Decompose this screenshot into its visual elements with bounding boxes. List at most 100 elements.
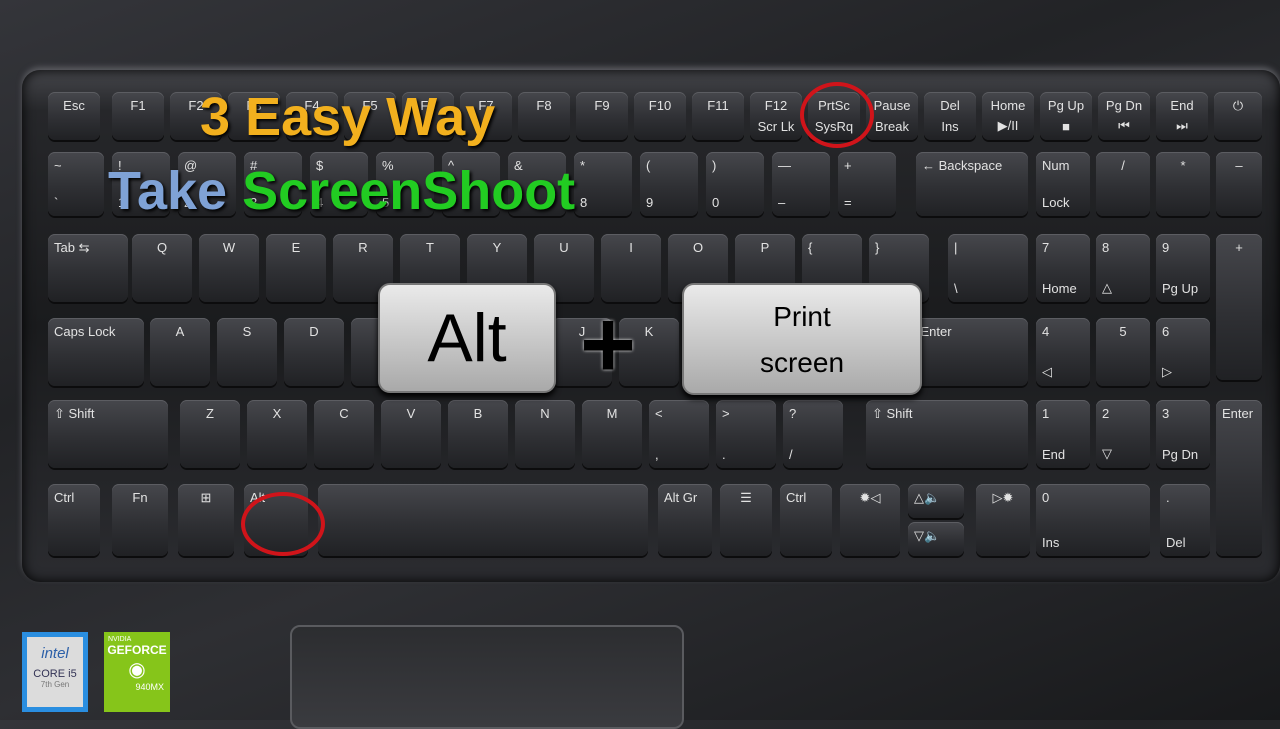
key-0[interactable]: 0 Ins xyxy=(1036,484,1150,556)
key-label: D xyxy=(309,324,319,339)
geforce-label: GEFORCE xyxy=(107,643,167,657)
key-symbol[interactable]: . Del xyxy=(1160,484,1210,556)
key-esc[interactable]: Esc xyxy=(48,92,100,140)
key-sublabel: – xyxy=(778,195,786,210)
screen-label: screen xyxy=(759,347,845,378)
key-label: △🔈 xyxy=(914,490,941,505)
key-a[interactable]: A xyxy=(150,318,210,386)
key-6[interactable]: 6 ▷ xyxy=(1156,318,1210,386)
key-sublabel: Home xyxy=(1042,281,1077,296)
key-symbol[interactable]: – xyxy=(1216,152,1262,216)
key-sublabel: / xyxy=(789,447,793,462)
key-c[interactable]: C xyxy=(314,400,374,468)
key-label: Pg Up xyxy=(1047,98,1085,113)
key-label: Ctrl xyxy=(54,490,75,505)
key-shift[interactable]: ⇧ Shift xyxy=(866,400,1028,468)
key-5[interactable]: 5 xyxy=(1096,318,1150,386)
key-sublabel: . xyxy=(722,447,726,462)
key-sublabel: Scr Lk xyxy=(757,119,795,134)
key-pg-dn[interactable]: Pg Dn ⏮ xyxy=(1098,92,1150,140)
key-symbol[interactable]: ? / xyxy=(783,400,843,468)
key-x[interactable]: X xyxy=(247,400,307,468)
key-9[interactable]: 9 Pg Up xyxy=(1156,234,1210,302)
key-label: Enter xyxy=(1222,406,1254,421)
key-sublabel: △ xyxy=(1102,280,1112,295)
key-pg-up[interactable]: Pg Up ■ xyxy=(1040,92,1092,140)
key-f11[interactable]: F11 xyxy=(692,92,744,140)
key-symbol[interactable]: ☰ xyxy=(720,484,772,556)
key-symbol[interactable]: ⊞ xyxy=(178,484,234,556)
key-backspace[interactable]: ← Backspace xyxy=(916,152,1028,216)
key-symbol[interactable]: / xyxy=(1096,152,1150,216)
key-8[interactable]: 8 △ xyxy=(1096,234,1150,302)
key-label: C xyxy=(339,406,349,421)
key-symbol[interactable]: ▷✹ xyxy=(976,484,1030,556)
key-3[interactable]: 3 Pg Dn xyxy=(1156,400,1210,468)
key-m[interactable]: M xyxy=(582,400,642,468)
key-symbol[interactable]: * xyxy=(1156,152,1210,216)
key-symbol[interactable]: ▽🔈 xyxy=(908,522,964,556)
key-f9[interactable]: F9 xyxy=(576,92,628,140)
key-end[interactable]: End ⏭ xyxy=(1156,92,1208,140)
key-symbol[interactable]: | \ xyxy=(948,234,1028,302)
key-sublabel: 9 xyxy=(646,195,654,210)
key-s[interactable]: S xyxy=(217,318,277,386)
key-label: Pause xyxy=(873,98,911,113)
key-symbol[interactable]: + = xyxy=(838,152,896,216)
key-q[interactable]: Q xyxy=(132,234,192,302)
key-e[interactable]: E xyxy=(266,234,326,302)
key-w[interactable]: W xyxy=(199,234,259,302)
key-symbol[interactable]: — – xyxy=(772,152,830,216)
print-label: Print xyxy=(773,301,831,332)
key-label: Esc xyxy=(63,98,85,113)
key-symbol[interactable]: ~ ` xyxy=(48,152,104,216)
key-space[interactable] xyxy=(318,484,648,556)
key-label: S xyxy=(242,324,252,339)
key-label: 2 xyxy=(1102,406,1110,421)
key-symbol[interactable]: ⏻ xyxy=(1214,92,1262,140)
key-f12[interactable]: F12 Scr Lk xyxy=(750,92,802,140)
key-symbol[interactable]: (9 xyxy=(640,152,698,216)
key-f10[interactable]: F10 xyxy=(634,92,686,140)
key-tab[interactable]: Tab ⇆ xyxy=(48,234,128,302)
key-symbol[interactable]: * 8 xyxy=(574,152,632,216)
key-symbol[interactable]: >. xyxy=(716,400,776,468)
key-symbol[interactable]: △🔈 xyxy=(908,484,964,518)
key-z[interactable]: Z xyxy=(180,400,240,468)
key-n[interactable]: N xyxy=(515,400,575,468)
key-fn[interactable]: Fn xyxy=(112,484,168,556)
key-home[interactable]: Home ▶/II xyxy=(982,92,1034,140)
key-label: Del xyxy=(940,98,960,113)
key-ctrl[interactable]: Ctrl xyxy=(48,484,100,556)
key-symbol[interactable]: ) 0 xyxy=(706,152,764,216)
key-b[interactable]: B xyxy=(448,400,508,468)
key-7[interactable]: 7 Home xyxy=(1036,234,1090,302)
key-ctrl[interactable]: Ctrl xyxy=(780,484,832,556)
key-shift[interactable]: ⇧ Shift xyxy=(48,400,168,468)
key-d[interactable]: D xyxy=(284,318,344,386)
key-del[interactable]: Del Ins xyxy=(924,92,976,140)
touchpad xyxy=(290,625,684,729)
key-symbol[interactable]: + xyxy=(1216,234,1262,380)
key-label: Y xyxy=(492,240,502,255)
key-2[interactable]: 2 ▽ xyxy=(1096,400,1150,468)
key-1[interactable]: 1 End xyxy=(1036,400,1090,468)
key-4[interactable]: 4 ◁ xyxy=(1036,318,1090,386)
key-label: 0 xyxy=(1042,490,1050,505)
key-sublabel: ⏭ xyxy=(1176,118,1188,133)
key-label: X xyxy=(272,406,282,421)
key-f1[interactable]: F1 xyxy=(112,92,164,140)
key-label: | xyxy=(954,240,958,255)
key-label: F1 xyxy=(130,98,146,113)
key-f8[interactable]: F8 xyxy=(518,92,570,140)
key-sublabel: Lock xyxy=(1042,195,1070,210)
key-alt-gr[interactable]: Alt Gr xyxy=(658,484,712,556)
key-caps-lock[interactable]: Caps Lock xyxy=(48,318,144,386)
key-symbol[interactable]: <, xyxy=(649,400,709,468)
key-symbol[interactable]: ✹◁ xyxy=(840,484,900,556)
key-enter[interactable]: Enter xyxy=(1216,400,1262,556)
key-v[interactable]: V xyxy=(381,400,441,468)
key-num[interactable]: Num Lock xyxy=(1036,152,1090,216)
key-sublabel: ⏮ xyxy=(1118,118,1130,133)
key-label: F9 xyxy=(594,98,610,113)
